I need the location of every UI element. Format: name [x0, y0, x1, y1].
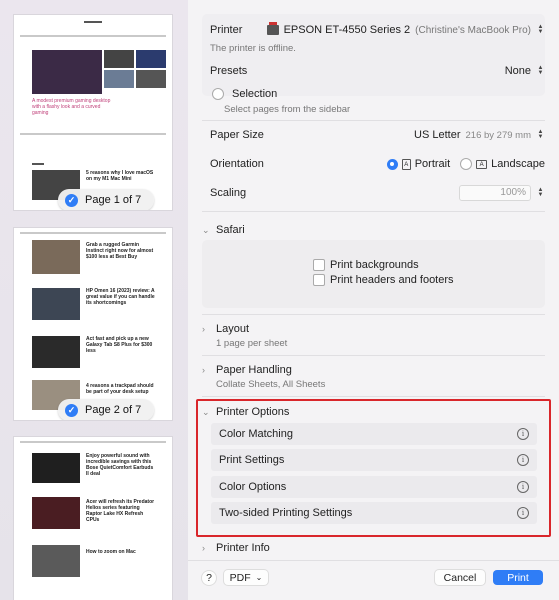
page-2-badge: ✓ Page 2 of 7	[58, 399, 154, 420]
updown-chevron-icon: ▲ ▼	[537, 65, 544, 76]
page-thumbnail-1[interactable]: A modest premium gaming desktop with a f…	[14, 15, 172, 210]
paper-handling-summary: Collate Sheets, All Sheets	[216, 379, 326, 390]
divider	[202, 314, 545, 315]
selection-note: Select pages from the sidebar	[224, 104, 351, 115]
printer-status: The printer is offline.	[210, 43, 296, 54]
chevron-right-icon: ›	[202, 543, 205, 553]
page-thumbnail-3[interactable]: Enjoy powerful sound with incredible sav…	[14, 437, 172, 600]
portrait-radio[interactable]	[386, 158, 398, 170]
divider	[202, 396, 545, 397]
print-backgrounds-option: Print backgrounds	[313, 259, 545, 271]
scaling-stepper[interactable]: ▲ ▼	[536, 187, 545, 198]
chevron-right-icon: ›	[202, 365, 205, 375]
presets-row: Presets None ▲ ▼	[210, 65, 545, 77]
checkmark-icon: ✓	[65, 403, 78, 417]
layout-summary: 1 page per sheet	[216, 338, 288, 349]
printer-row: Printer EPSON ET-4550 Series 2 (Christin…	[210, 22, 545, 36]
divider	[202, 120, 545, 121]
updown-chevron-icon: ▲ ▼	[537, 129, 544, 140]
presets-select[interactable]: None ▲ ▼	[505, 65, 545, 77]
chevron-right-icon: ›	[202, 324, 205, 334]
scaling-row: Scaling 100% ▲ ▼	[210, 185, 545, 201]
divider	[202, 211, 545, 212]
paper-size-row: Paper Size US Letter 216 by 279 mm ▲ ▼	[210, 129, 545, 141]
checkmark-icon: ✓	[65, 193, 78, 207]
highlight-annotation-box	[196, 399, 551, 537]
pdf-menu-button[interactable]: PDF ⌄	[224, 570, 268, 585]
printer-info-section-header[interactable]: › Printer Info	[202, 542, 545, 554]
safari-section-header[interactable]: ⌄ Safari	[202, 224, 545, 236]
printer-icon	[266, 22, 279, 35]
portrait-icon: A	[401, 158, 411, 170]
page-thumbnails-sidebar: A modest premium gaming desktop with a f…	[0, 0, 188, 600]
print-headers-option: Print headers and footers	[313, 274, 545, 286]
footer-divider	[188, 560, 559, 561]
landscape-icon: A	[476, 159, 488, 169]
page-1-badge: ✓ Page 1 of 7	[58, 189, 154, 210]
layout-section-header[interactable]: › Layout	[202, 323, 545, 335]
print-headers-checkbox[interactable]	[313, 274, 325, 286]
paper-size-select[interactable]: US Letter 216 by 279 mm ▲ ▼	[414, 129, 545, 141]
chevron-down-icon: ⌄	[202, 224, 210, 235]
updown-chevron-icon: ▲ ▼	[537, 24, 544, 35]
print-button[interactable]: Print	[493, 570, 543, 585]
selection-radio[interactable]	[212, 88, 224, 100]
help-button[interactable]: ?	[202, 571, 216, 585]
print-backgrounds-checkbox[interactable]	[313, 259, 325, 271]
printer-select[interactable]: EPSON ET-4550 Series 2 (Christine's MacB…	[266, 22, 545, 36]
cancel-button[interactable]: Cancel	[435, 570, 485, 585]
orientation-row: Orientation A Portrait A Landscape	[210, 158, 545, 170]
selection-row: Selection	[210, 88, 545, 100]
landscape-radio[interactable]	[460, 158, 473, 170]
paper-handling-section-header[interactable]: › Paper Handling	[202, 364, 545, 376]
divider	[202, 355, 545, 356]
page-thumbnail-2[interactable]: Grab a rugged Garmin Instinct right now …	[14, 228, 172, 420]
chevron-down-icon: ⌄	[255, 573, 263, 582]
scaling-input[interactable]: 100%	[459, 185, 531, 201]
